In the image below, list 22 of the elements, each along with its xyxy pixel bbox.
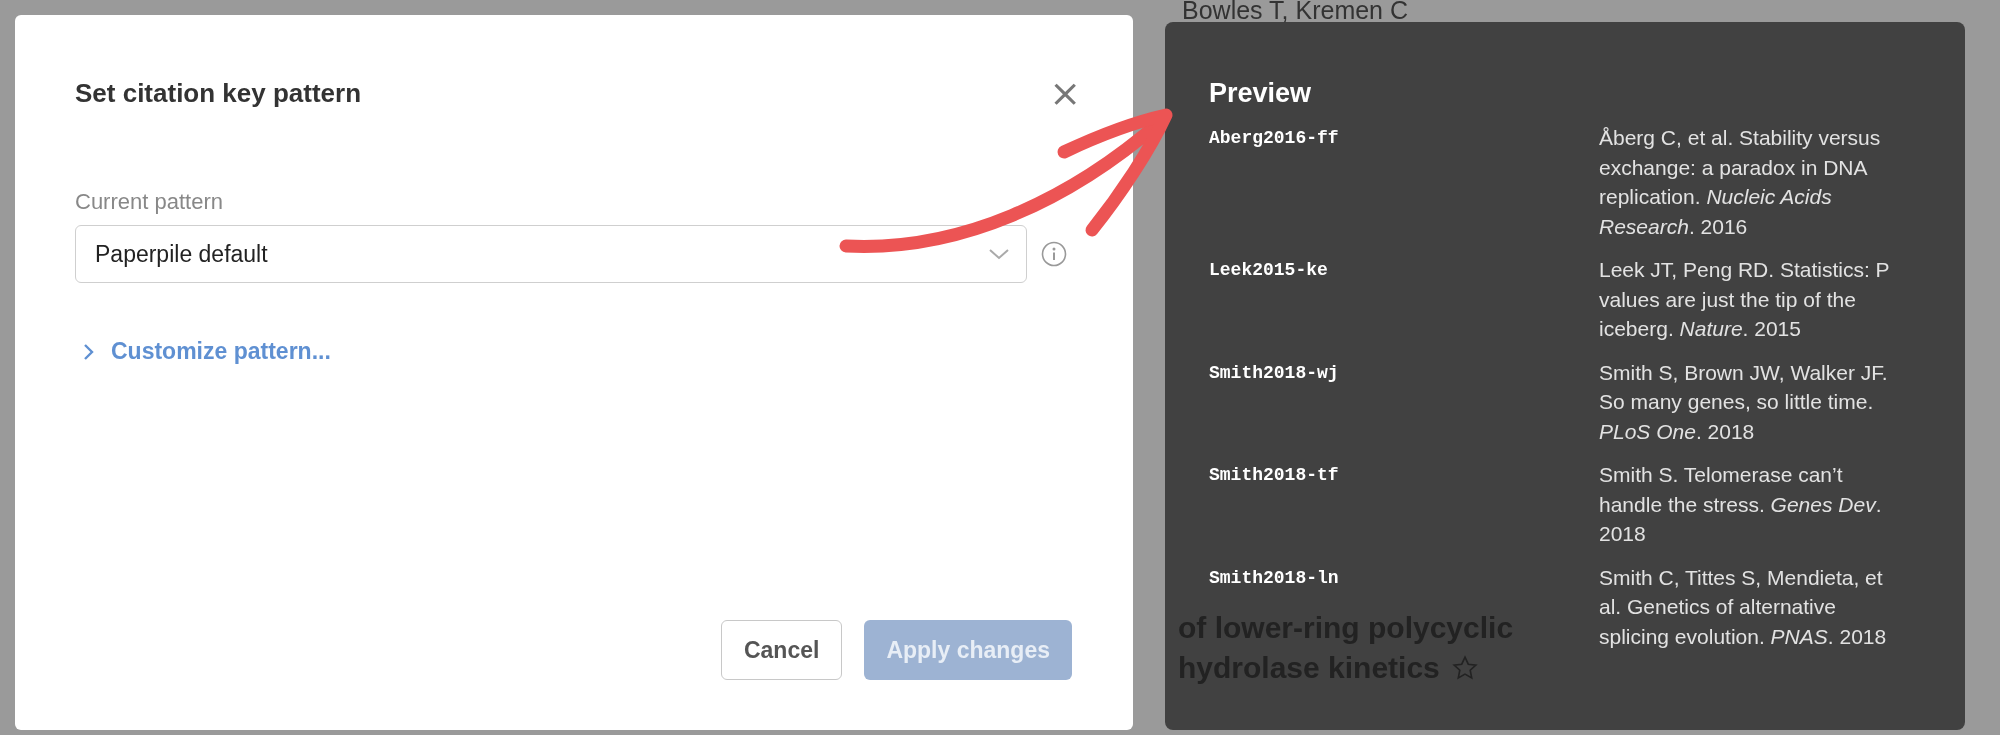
star-icon[interactable] xyxy=(1451,655,1478,681)
citation-key: Smith2018-wj xyxy=(1209,357,1339,383)
citation-text: Smith S, Brown JW, Walker JF. So many genes, so little time. PLoS One. 2018 xyxy=(1599,359,1889,445)
citation-key: Leek2015-ke xyxy=(1209,255,1328,280)
author-list: Bowles T, Kremen C xyxy=(1182,0,1408,25)
citation-key: Aberg2016-ff xyxy=(1209,123,1339,148)
info-icon[interactable] xyxy=(1041,241,1067,267)
citation-text: Smith S. Telomerase can’t handle the stress. Genes Dev. 2018 xyxy=(1599,462,1883,547)
chevron-down-icon xyxy=(988,247,1010,261)
citation-text: Leek JT, Peng RD. Statistics: P values are just the tip of the iceberg. Nature. 2015 xyxy=(1599,257,1891,342)
chevron-right-icon xyxy=(83,342,95,361)
citation-key: Smith2018-ln xyxy=(1209,562,1339,588)
citation-text: Smith C, Tittes S, Mendieta, et al. Genetics of alternative splicing evolution. PNAS. 2018 xyxy=(1599,564,1888,650)
citation-text: Åberg C, et al. Stability versus exchange: a paradox in DNA replication. Nucleic Acids Research. 2016 xyxy=(1599,125,1882,240)
field-label: Current pattern xyxy=(75,189,224,215)
customize-link[interactable]: Customize pattern... xyxy=(83,338,331,365)
pattern-dropdown[interactable]: Paperpile default xyxy=(75,225,1027,283)
dialog-title: Set citation key pattern xyxy=(75,77,362,109)
close-button[interactable]: × xyxy=(1045,75,1085,111)
preview-title: Preview xyxy=(1209,78,1313,109)
cancel-button[interactable]: Cancel xyxy=(720,620,843,680)
citation-key: Smith2018-tf xyxy=(1209,460,1339,485)
